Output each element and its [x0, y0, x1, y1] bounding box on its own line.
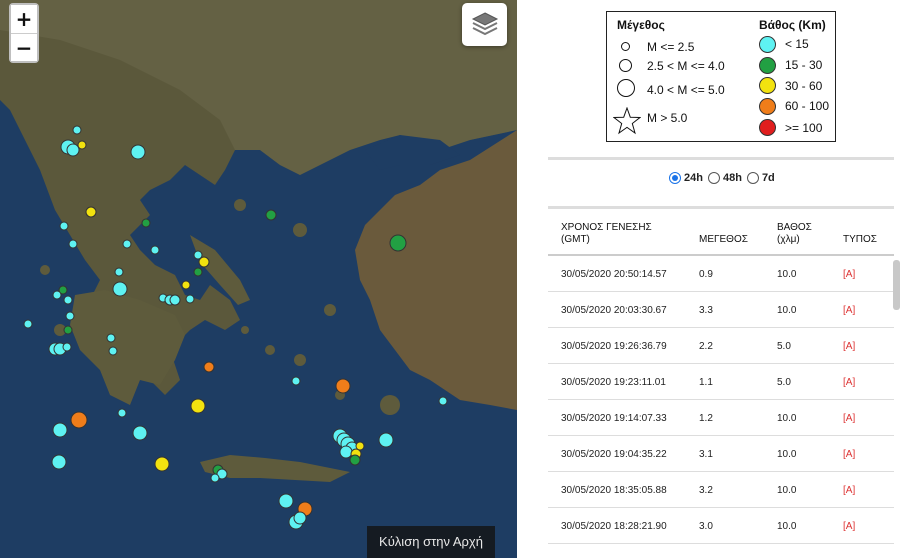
magnitude-item: 2.5 < M <= 4.0	[647, 59, 725, 73]
cell-magnitude: 3.0	[699, 521, 713, 532]
cell-type[interactable]: [A]	[843, 413, 855, 424]
cell-depth: 10.0	[777, 449, 797, 460]
table-row[interactable]: 30/05/2020 18:28:21.90 3.0 10.0 [A]	[548, 508, 894, 544]
depth-item: 60 - 100	[785, 99, 830, 113]
cell-type[interactable]: [A]	[843, 341, 855, 352]
magnitude-item: M > 5.0	[647, 111, 688, 125]
depth-swatch	[759, 36, 776, 53]
magnitude-large-icon	[617, 79, 635, 97]
zoom-in-button[interactable]: +	[11, 5, 37, 33]
depth-swatch	[759, 77, 776, 94]
scrollbar-thumb[interactable]	[893, 260, 900, 310]
star-icon	[613, 107, 641, 135]
cell-time: 30/05/2020 20:03:30.67	[561, 305, 667, 316]
cell-time: 30/05/2020 20:50:14.57	[561, 269, 667, 280]
radio-label-7d[interactable]: 7d	[762, 172, 775, 184]
depth-swatch	[759, 98, 776, 115]
magnitude-legend-title: Μέγεθος	[617, 18, 665, 32]
cell-magnitude: 3.1	[699, 449, 713, 460]
radio-48h[interactable]	[707, 172, 720, 184]
divider	[548, 206, 894, 209]
cell-depth: 5.0	[777, 377, 791, 388]
magnitude-legend: Μέγεθος	[611, 18, 665, 32]
column-header-depth[interactable]: ΒΑΘΟΣ (χλμ)	[777, 222, 812, 246]
column-header-magnitude[interactable]: ΜΕΓΕΘΟΣ	[699, 234, 748, 246]
layers-icon	[471, 12, 499, 36]
cell-magnitude: 1.1	[699, 377, 713, 388]
cell-time: 30/05/2020 19:14:07.33	[561, 413, 667, 424]
cell-time: 30/05/2020 19:04:35.22	[561, 449, 667, 460]
cell-type[interactable]: [A]	[843, 521, 855, 532]
depth-item: < 15	[785, 37, 809, 51]
cell-magnitude: 3.2	[699, 485, 713, 496]
column-header-type[interactable]: ΤΥΠΟΣ	[843, 234, 877, 246]
magnitude-small-icon	[621, 42, 630, 51]
depth-item: 15 - 30	[785, 58, 823, 72]
cell-magnitude: 0.9	[699, 269, 713, 280]
radio-7d[interactable]	[746, 172, 759, 184]
zoom-control: + −	[9, 3, 39, 63]
cell-type[interactable]: [A]	[843, 485, 855, 496]
column-header-time[interactable]: ΧΡΟΝΟΣ ΓΕΝΕΣΗΣ (GMT)	[561, 222, 652, 246]
magnitude-item: M <= 2.5	[647, 40, 695, 54]
table-row[interactable]: 30/05/2020 20:03:30.67 3.3 10.0 [A]	[548, 292, 894, 328]
cell-depth: 10.0	[777, 413, 797, 424]
cell-type[interactable]: [A]	[843, 305, 855, 316]
cell-type[interactable]: [A]	[843, 449, 855, 460]
cell-magnitude: 2.2	[699, 341, 713, 352]
cell-time: 30/05/2020 19:23:11.01	[561, 377, 666, 388]
depth-item: 30 - 60	[785, 79, 823, 93]
table-row[interactable]: 30/05/2020 19:14:07.33 1.2 10.0 [A]	[548, 400, 894, 436]
cell-depth: 10.0	[777, 521, 797, 532]
cell-time: 30/05/2020 18:35:05.88	[561, 485, 667, 496]
satellite-basemap[interactable]	[0, 0, 517, 558]
cell-depth: 10.0	[777, 269, 797, 280]
depth-swatch	[759, 57, 776, 74]
table-row[interactable]: 30/05/2020 19:23:11.01 1.1 5.0 [A]	[548, 364, 894, 400]
cell-depth: 10.0	[777, 485, 797, 496]
table-row[interactable]: 30/05/2020 20:50:14.57 0.9 10.0 [A]	[548, 256, 894, 292]
table-row[interactable]: 30/05/2020 19:04:35.22 3.1 10.0 [A]	[548, 436, 894, 472]
cell-magnitude: 3.3	[699, 305, 713, 316]
layers-button[interactable]	[462, 3, 507, 46]
divider	[548, 157, 894, 160]
cell-time: 30/05/2020 19:26:36.79	[561, 341, 667, 352]
map-legend: Μέγεθος M <= 2.5 2.5 < M <= 4.0 4.0 < M …	[606, 11, 836, 142]
radio-label-24h[interactable]: 24h	[684, 172, 703, 184]
depth-legend-title: Βάθος (Km)	[759, 18, 826, 32]
zoom-out-button[interactable]: −	[11, 33, 37, 61]
table-row[interactable]: 30/05/2020 18:35:05.88 3.2 10.0 [A]	[548, 472, 894, 508]
cell-type[interactable]: [A]	[843, 269, 855, 280]
radio-label-48h[interactable]: 48h	[723, 172, 742, 184]
scroll-to-top-button[interactable]: Κύλιση στην Αρχή	[367, 526, 495, 558]
depth-legend: Βάθος (Km)	[753, 18, 826, 32]
table-row[interactable]: 30/05/2020 19:26:36.79 2.2 5.0 [A]	[548, 328, 894, 364]
time-range-filter: 24h 48h 7d	[668, 172, 779, 184]
magnitude-item: 4.0 < M <= 5.0	[647, 83, 725, 97]
cell-type[interactable]: [A]	[843, 377, 855, 388]
earthquake-map[interactable]: + − Κύλιση στην Αρχή	[0, 0, 517, 558]
radio-24h[interactable]	[669, 172, 681, 184]
cell-depth: 10.0	[777, 305, 797, 316]
cell-depth: 5.0	[777, 341, 791, 352]
cell-time: 30/05/2020 18:28:21.90	[561, 521, 667, 532]
earthquake-table-body: 30/05/2020 20:50:14.57 0.9 10.0 [A] 30/05/20…	[548, 256, 894, 544]
table-header: ΧΡΟΝΟΣ ΓΕΝΕΣΗΣ (GMT) ΜΕΓΕΘΟΣ ΒΑΘΟΣ (χλμ)…	[548, 210, 894, 256]
cell-magnitude: 1.2	[699, 413, 713, 424]
depth-item: >= 100	[785, 121, 823, 135]
depth-swatch	[759, 119, 776, 136]
magnitude-medium-icon	[619, 59, 632, 72]
